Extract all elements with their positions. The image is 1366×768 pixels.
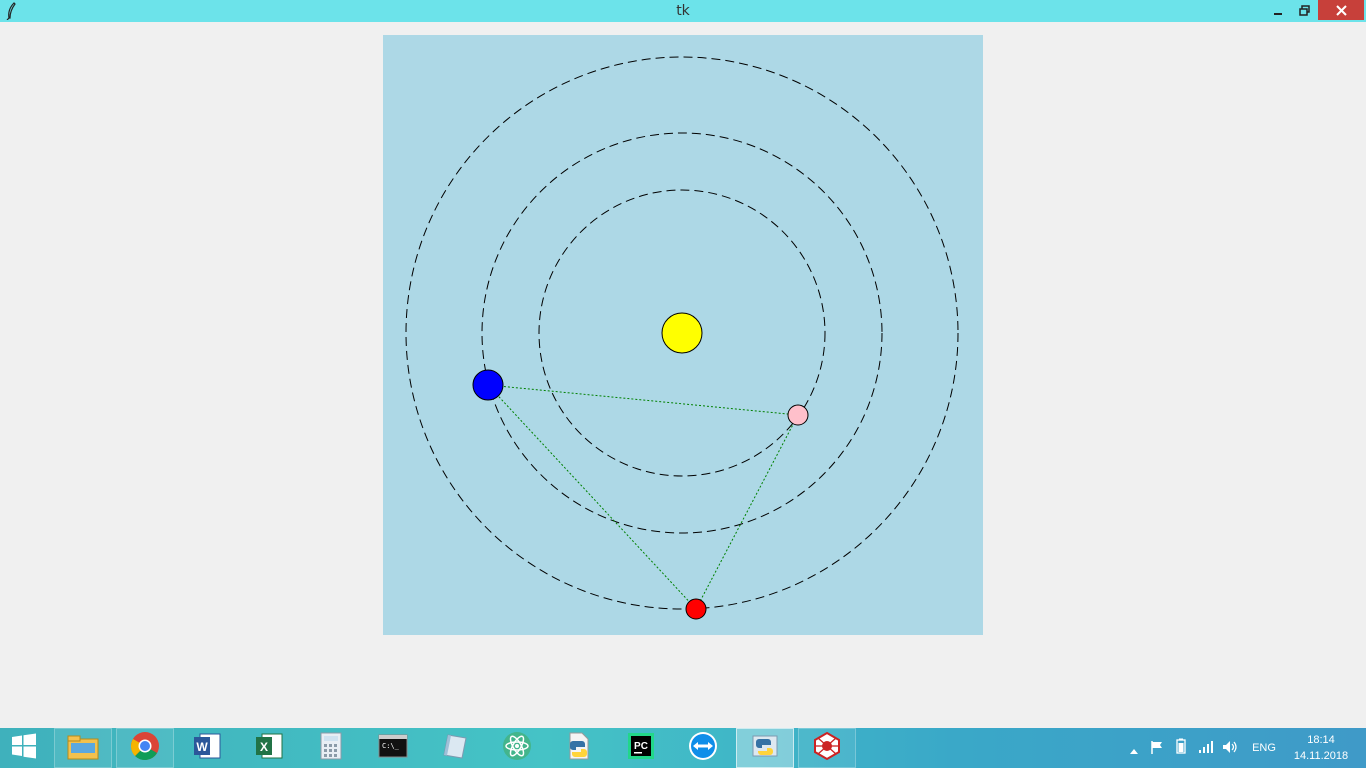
clock-date: 14.11.2018 xyxy=(1293,750,1349,762)
taskbar-command-prompt[interactable]: C:\_ xyxy=(364,728,422,768)
restore-icon xyxy=(1298,1,1310,20)
minimize-icon xyxy=(1273,1,1283,20)
close-button[interactable] xyxy=(1318,0,1364,20)
blue-planet xyxy=(472,369,504,401)
chrome-icon xyxy=(130,731,160,765)
svg-text:W: W xyxy=(196,740,208,754)
connector-pink-red xyxy=(695,414,799,610)
tray-clock[interactable]: 18:14 14.11.2018 xyxy=(1286,732,1356,764)
window-title-bar: tk xyxy=(0,0,1366,22)
svg-text:PC: PC xyxy=(634,741,648,752)
calculator-icon xyxy=(320,732,342,764)
taskbar-notepad[interactable] xyxy=(426,728,484,768)
restore-button[interactable] xyxy=(1290,0,1318,20)
chevron-up-icon xyxy=(1130,739,1138,758)
taskbar-calculator[interactable] xyxy=(302,728,360,768)
python-file-icon xyxy=(564,731,594,765)
speaker-icon xyxy=(1222,739,1238,758)
clock-time: 18:14 xyxy=(1307,734,1335,746)
spider-icon xyxy=(812,731,842,765)
teamviewer-icon xyxy=(688,731,718,765)
svg-text:X: X xyxy=(260,740,268,754)
windows-logo-icon xyxy=(11,733,37,763)
svg-text:C:\_: C:\_ xyxy=(382,742,400,750)
command-prompt-icon: C:\_ xyxy=(378,734,408,762)
start-button[interactable] xyxy=(0,728,48,768)
tray-network[interactable] xyxy=(1196,728,1216,768)
taskbar-python-file[interactable] xyxy=(550,728,608,768)
word-icon: W xyxy=(192,732,222,764)
taskbar: W X C:\_ PC ENG 18:14 14.11.2018 xyxy=(0,728,1366,768)
pycharm-icon: PC xyxy=(626,731,656,765)
flag-icon xyxy=(1150,739,1164,758)
signal-bars-icon xyxy=(1198,739,1214,758)
excel-icon: X xyxy=(254,732,284,764)
taskbar-spider[interactable] xyxy=(798,728,856,768)
tray-language[interactable]: ENG xyxy=(1248,728,1280,768)
taskbar-excel[interactable]: X xyxy=(240,728,298,768)
connector-blue-red xyxy=(487,384,697,610)
file-explorer-icon xyxy=(66,731,100,765)
red-planet xyxy=(685,598,707,620)
window-title: tk xyxy=(676,3,690,19)
atom-icon xyxy=(502,731,532,765)
close-icon xyxy=(1335,1,1347,20)
orbit-canvas[interactable] xyxy=(383,35,983,635)
tray-action-center[interactable] xyxy=(1148,728,1166,768)
taskbar-python-running[interactable] xyxy=(736,728,794,768)
connector-blue-pink xyxy=(487,384,799,416)
taskbar-pycharm[interactable]: PC xyxy=(612,728,670,768)
taskbar-atom[interactable] xyxy=(488,728,546,768)
pink-planet xyxy=(787,404,809,426)
battery-icon xyxy=(1173,738,1189,758)
language-indicator: ENG xyxy=(1252,742,1276,754)
tray-volume[interactable] xyxy=(1220,728,1240,768)
taskbar-file-explorer[interactable] xyxy=(54,728,112,768)
python-icon xyxy=(750,731,780,765)
tray-overflow-button[interactable] xyxy=(1128,728,1140,768)
taskbar-word[interactable]: W xyxy=(178,728,236,768)
sun xyxy=(661,312,703,354)
tray-battery[interactable] xyxy=(1172,728,1190,768)
feather-icon xyxy=(4,2,20,21)
taskbar-chrome[interactable] xyxy=(116,728,174,768)
taskbar-teamviewer[interactable] xyxy=(674,728,732,768)
minimize-button[interactable] xyxy=(1264,0,1292,20)
notepad-icon xyxy=(440,732,470,764)
